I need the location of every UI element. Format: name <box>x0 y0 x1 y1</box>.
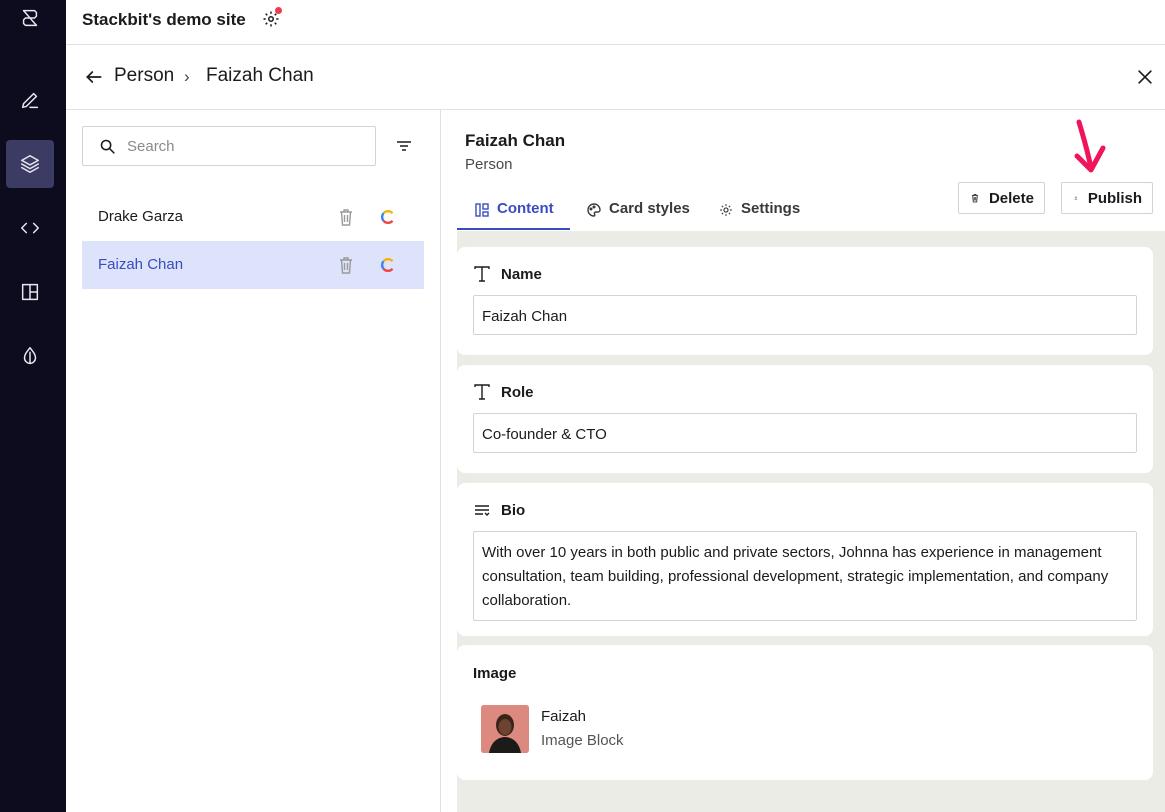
image-field-label: Image <box>473 665 517 682</box>
tab-label: Content <box>497 200 554 217</box>
role-field-card: Role Co-founder & CTO <box>457 365 1153 473</box>
trash-icon[interactable] <box>338 256 354 274</box>
pencil-icon[interactable] <box>6 76 54 124</box>
document-list-panel: Drake Garza Faizah Chan <box>66 110 441 812</box>
text-type-icon <box>474 384 490 400</box>
site-settings-button[interactable] <box>262 7 282 28</box>
left-rail <box>0 0 66 812</box>
layers-icon[interactable] <box>6 140 54 188</box>
breadcrumb-parent[interactable]: Person <box>114 65 174 87</box>
tab-settings[interactable]: Settings <box>719 200 800 230</box>
list-item-label: Drake Garza <box>98 208 184 225</box>
palette-icon <box>587 203 601 217</box>
header-bar: Person › Faizah Chan <box>66 45 1165 110</box>
layout-icon[interactable] <box>6 268 54 316</box>
name-field-card: Name Faizah Chan <box>457 247 1153 355</box>
field-label-text: Role <box>501 383 534 401</box>
gear-icon <box>720 204 732 216</box>
breadcrumb-current: Faizah Chan <box>206 65 314 86</box>
search-input[interactable] <box>127 136 357 156</box>
delete-button[interactable]: Delete <box>958 182 1045 214</box>
field-label-text: Name <box>501 265 542 283</box>
contentful-icon <box>380 210 394 224</box>
tab-card-styles[interactable]: Card styles <box>587 200 690 230</box>
image-name: Faizah <box>541 708 587 725</box>
theme-drop-icon[interactable] <box>6 332 54 380</box>
name-field-label: Name <box>473 265 542 283</box>
multiline-text-icon <box>475 505 490 516</box>
close-icon[interactable] <box>1135 67 1155 87</box>
editor-panel: Faizah Chan Person Delete Publish Conten… <box>441 110 1165 812</box>
bio-textarea[interactable]: With over 10 years in both public and pr… <box>473 531 1137 621</box>
filter-icon[interactable] <box>396 140 412 152</box>
tab-content[interactable]: Content <box>457 200 570 230</box>
role-input[interactable]: Co-founder & CTO <box>473 413 1137 453</box>
bio-field-card: Bio With over 10 years in both public an… <box>457 483 1153 636</box>
document-type: Person <box>465 156 513 173</box>
image-field-card: Image Faizah Image Block <box>457 645 1153 780</box>
list-item[interactable]: Drake Garza <box>82 193 424 241</box>
code-icon[interactable] <box>6 204 54 252</box>
upload-icon <box>1074 196 1078 200</box>
bio-field-label: Bio <box>473 501 525 519</box>
content-icon <box>475 203 489 217</box>
fields-area: Name Faizah Chan Role Co-founder & CTO B… <box>457 231 1165 812</box>
delete-button-label: Delete <box>988 189 1034 207</box>
top-bar: Stackbit's demo site <box>66 0 1165 45</box>
search-box <box>82 126 376 166</box>
site-title: Stackbit's demo site <box>82 10 246 29</box>
annotation-arrow-icon <box>1074 119 1106 173</box>
tab-label: Card styles <box>609 200 690 217</box>
document-title: Faizah Chan <box>465 131 566 150</box>
person-photo-icon <box>481 705 529 753</box>
field-label-text: Bio <box>501 501 526 519</box>
notification-dot <box>275 7 282 14</box>
name-input[interactable]: Faizah Chan <box>473 295 1137 335</box>
tab-label: Settings <box>741 200 801 217</box>
text-type-icon <box>474 266 490 282</box>
trash-icon[interactable] <box>338 208 354 226</box>
role-field-label: Role <box>473 383 534 401</box>
contentful-icon <box>380 258 394 272</box>
search-icon <box>100 139 115 154</box>
list-item-label: Faizah Chan <box>98 256 184 273</box>
back-arrow-icon[interactable] <box>84 67 104 87</box>
list-item[interactable]: Faizah Chan <box>82 241 424 289</box>
breadcrumb-separator: › <box>184 67 190 86</box>
publish-button-label: Publish <box>1087 189 1142 207</box>
image-type: Image Block <box>541 732 624 749</box>
publish-button[interactable]: Publish <box>1061 182 1153 214</box>
stackbit-logo-icon[interactable] <box>6 0 54 42</box>
image-thumbnail[interactable] <box>481 705 529 753</box>
trash-icon <box>971 194 978 203</box>
